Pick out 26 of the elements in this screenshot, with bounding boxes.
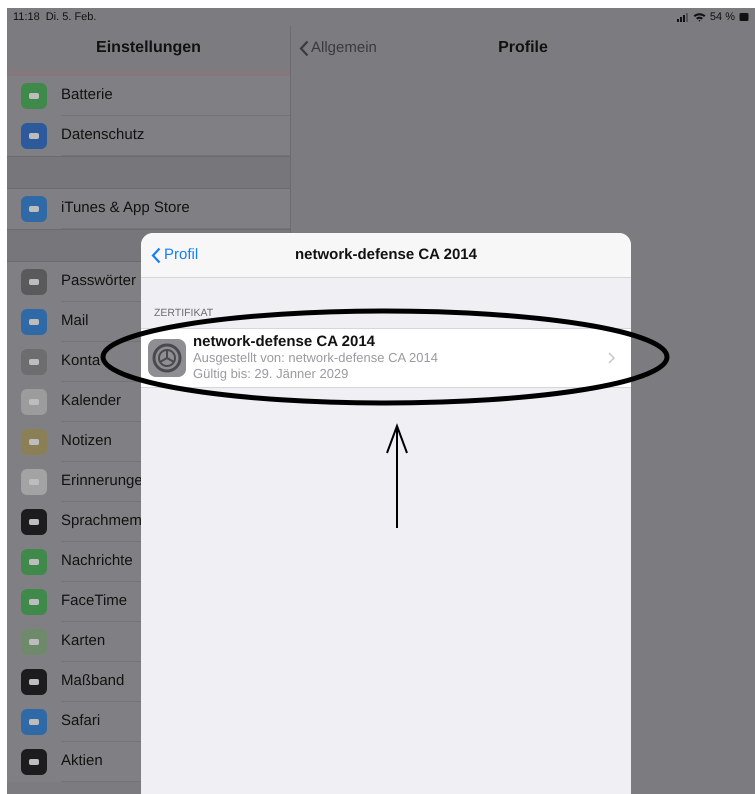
- certificate-issuer: Ausgestellt von: network-defense CA 2014: [193, 350, 439, 366]
- settings-item-label: Nachrichte: [61, 551, 133, 572]
- status-time: 11:18: [13, 10, 40, 25]
- settings-item-label: Konta: [61, 351, 100, 372]
- section-header: ZERTIFIKAT: [154, 306, 214, 321]
- status-date: Di. 5. Feb.: [46, 10, 96, 25]
- settings-item-label: Safari: [61, 711, 100, 732]
- settings-item-label: Aktien: [61, 751, 103, 772]
- settings-item-label: Mail: [61, 311, 89, 332]
- settings-item-label: iTunes & App Store: [61, 198, 190, 218]
- settings-item-label: Datenschutz: [61, 125, 144, 146]
- battery-percentage: 54 %: [710, 10, 735, 25]
- sheet-title: network-defense CA 2014: [294, 244, 477, 265]
- settings-item-label: Kalender: [61, 391, 122, 412]
- settings-item-label: Karten: [61, 631, 106, 652]
- certificate-expiry: Gültig bis: 29. Jänner 2029: [193, 366, 350, 382]
- detail-title: Profile: [498, 38, 548, 58]
- settings-item-label: Passwörter: [61, 271, 136, 292]
- settings-item-label: Maßband: [61, 671, 124, 692]
- settings-item-label: Erinnerunge: [61, 471, 143, 492]
- settings-item-label: Sprachmem: [61, 511, 142, 532]
- sidebar-title: Einstellungen: [96, 38, 201, 58]
- settings-item-label: Notizen: [61, 431, 112, 452]
- certificate-name: network-defense CA 2014: [193, 334, 376, 350]
- settings-item-label: Batterie: [61, 85, 113, 106]
- settings-item-label: FaceTime: [61, 591, 128, 612]
